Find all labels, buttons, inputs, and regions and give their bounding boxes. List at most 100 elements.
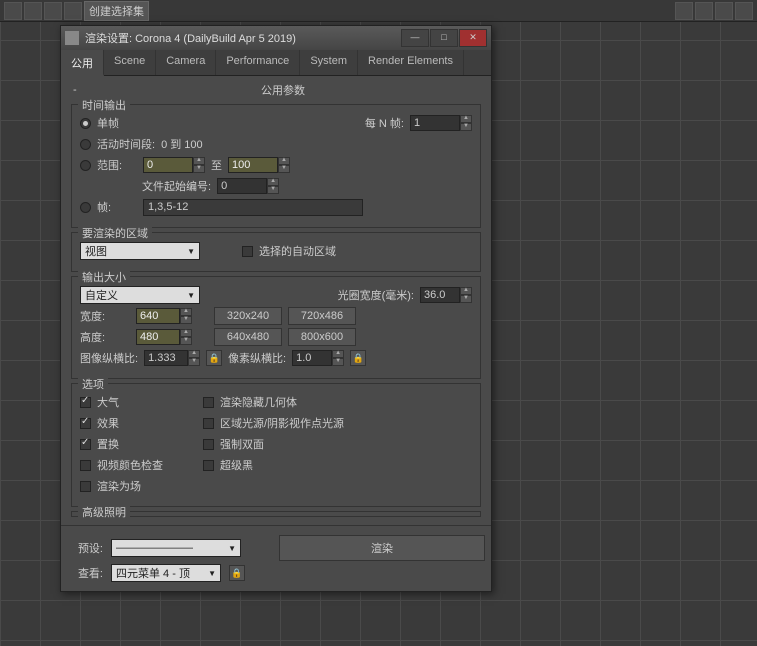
label-super-black: 超级黑 xyxy=(220,457,253,473)
range-to-input[interactable] xyxy=(228,157,278,173)
checkbox-area-lights[interactable] xyxy=(203,418,214,429)
pixel-aspect-input[interactable] xyxy=(292,350,332,366)
label-active-segment: 活动时间段: xyxy=(97,136,155,152)
label-atmosphere: 大气 xyxy=(97,394,197,410)
maximize-button[interactable]: □ xyxy=(430,29,458,47)
checkbox-super-black[interactable] xyxy=(203,460,214,471)
spinner-aperture[interactable]: ▲▼ xyxy=(420,287,472,303)
lock-view[interactable]: 🔒 xyxy=(229,565,245,581)
file-start-input[interactable] xyxy=(217,178,267,194)
group-advanced-lighting: 高级照明 xyxy=(71,511,481,517)
every-n-input[interactable] xyxy=(410,115,460,131)
tab-render-elements[interactable]: Render Elements xyxy=(358,50,464,75)
label-active-range: 0 到 100 xyxy=(161,136,203,152)
label-preset: 预设: xyxy=(67,540,103,556)
preset-720x486[interactable]: 720x486 xyxy=(288,307,356,325)
frames-input[interactable] xyxy=(143,199,363,216)
render-setup-window: 渲染设置: Corona 4 (DailyBuild Apr 5 2019) —… xyxy=(60,25,492,592)
checkbox-render-fields[interactable] xyxy=(80,481,91,492)
collapse-icon: - xyxy=(67,84,81,96)
label-range-to: 至 xyxy=(211,157,222,173)
range-from-input[interactable] xyxy=(143,157,193,173)
label-render-fields: 渲染为场 xyxy=(97,478,141,494)
main-toolbar: 创建选择集 xyxy=(0,0,757,22)
label-effects: 效果 xyxy=(97,415,197,431)
radio-single-frame[interactable] xyxy=(80,118,91,129)
titlebar[interactable]: 渲染设置: Corona 4 (DailyBuild Apr 5 2019) —… xyxy=(61,26,491,50)
toolbar-button[interactable] xyxy=(715,2,733,20)
label-hidden-geom: 渲染隐藏几何体 xyxy=(220,394,297,410)
width-input[interactable] xyxy=(136,308,180,324)
rollout-title: 公用参数 xyxy=(81,82,485,98)
group-time-output: 时间输出 单帧 每 N 帧: ▲▼ 活动时间段: 0 到 100 范围: ▲▼ xyxy=(71,104,481,228)
close-button[interactable]: ✕ xyxy=(459,29,487,47)
label-pixel-aspect: 像素纵横比: xyxy=(228,350,286,366)
spinner-file-start[interactable]: ▲▼ xyxy=(217,178,279,194)
toolbar-button[interactable] xyxy=(64,2,82,20)
height-input[interactable] xyxy=(136,329,180,345)
spinner-range-from[interactable]: ▲▼ xyxy=(143,157,205,173)
view-dropdown[interactable]: 四元菜单 4 - 顶▼ xyxy=(111,564,221,582)
group-title: 高级照明 xyxy=(78,504,130,520)
toolbar-button[interactable] xyxy=(4,2,22,20)
app-icon xyxy=(65,31,79,45)
label-file-start: 文件起始编号: xyxy=(142,178,211,194)
tab-camera[interactable]: Camera xyxy=(156,50,216,75)
spinner-height[interactable]: ▲▼ xyxy=(136,329,192,345)
label-aperture: 光圈宽度(毫米): xyxy=(338,287,414,303)
preset-dropdown[interactable]: ———————▼ xyxy=(111,539,241,557)
area-dropdown[interactable]: 视图▼ xyxy=(80,242,200,260)
aperture-input[interactable] xyxy=(420,287,460,303)
spinner-width[interactable]: ▲▼ xyxy=(136,308,192,324)
checkbox-hidden-geom[interactable] xyxy=(203,397,214,408)
spinner-pixel-aspect[interactable]: ▲▼ xyxy=(292,350,344,366)
label-frames: 帧: xyxy=(97,199,137,215)
spinner-range-to[interactable]: ▲▼ xyxy=(228,157,290,173)
toolbar-button[interactable] xyxy=(695,2,713,20)
spinner-every-n[interactable]: ▲▼ xyxy=(410,115,472,131)
tab-common[interactable]: 公用 xyxy=(61,50,104,76)
radio-active-segment[interactable] xyxy=(80,139,91,150)
minimize-button[interactable]: — xyxy=(401,29,429,47)
footer: 预设: ———————▼ 渲染 查看: 四元菜单 4 - 顶▼ 🔒 xyxy=(61,525,491,591)
label-area-lights: 区域光源/阴影视作点光源 xyxy=(220,415,344,431)
lock-image-aspect[interactable]: 🔒 xyxy=(206,350,222,366)
group-title: 时间输出 xyxy=(78,97,130,113)
checkbox-auto-region[interactable] xyxy=(242,246,253,257)
output-size-dropdown[interactable]: 自定义▼ xyxy=(80,286,200,304)
tab-performance[interactable]: Performance xyxy=(216,50,300,75)
tab-bar: 公用 Scene Camera Performance System Rende… xyxy=(61,50,491,76)
group-output-size: 输出大小 自定义▼ 光圈宽度(毫米): ▲▼ 宽度: ▲▼ 320x240 72… xyxy=(71,276,481,379)
label-view: 查看: xyxy=(67,565,103,581)
label-auto-region: 选择的自动区域 xyxy=(259,243,336,259)
preset-320x240[interactable]: 320x240 xyxy=(214,307,282,325)
group-title: 要渲染的区域 xyxy=(78,225,152,241)
toolbar-button[interactable] xyxy=(44,2,62,20)
preset-640x480[interactable]: 640x480 xyxy=(214,328,282,346)
spinner-image-aspect[interactable]: ▲▼ xyxy=(144,350,200,366)
tab-system[interactable]: System xyxy=(300,50,358,75)
label-every-n: 每 N 帧: xyxy=(365,115,404,131)
checkbox-force-2sided[interactable] xyxy=(203,439,214,450)
label-video-color: 视频颜色检查 xyxy=(97,457,197,473)
image-aspect-input[interactable] xyxy=(144,350,188,366)
checkbox-atmosphere[interactable] xyxy=(80,397,91,408)
render-button[interactable]: 渲染 xyxy=(279,535,485,561)
group-title: 选项 xyxy=(78,376,108,392)
lock-pixel-aspect[interactable]: 🔒 xyxy=(350,350,366,366)
checkbox-effects[interactable] xyxy=(80,418,91,429)
group-options: 选项 大气 渲染隐藏几何体 效果 区域光源/阴影视作点光源 置换 强制双面 视频… xyxy=(71,383,481,507)
label-image-aspect: 图像纵横比: xyxy=(80,350,138,366)
selection-set-dropdown[interactable]: 创建选择集 xyxy=(84,1,149,21)
checkbox-displacement[interactable] xyxy=(80,439,91,450)
label-displacement: 置换 xyxy=(97,436,197,452)
window-title: 渲染设置: Corona 4 (DailyBuild Apr 5 2019) xyxy=(85,30,296,46)
radio-range[interactable] xyxy=(80,160,91,171)
preset-800x600[interactable]: 800x600 xyxy=(288,328,356,346)
toolbar-button[interactable] xyxy=(675,2,693,20)
toolbar-button[interactable] xyxy=(24,2,42,20)
toolbar-button[interactable] xyxy=(735,2,753,20)
checkbox-video-color[interactable] xyxy=(80,460,91,471)
radio-frames[interactable] xyxy=(80,202,91,213)
tab-scene[interactable]: Scene xyxy=(104,50,156,75)
